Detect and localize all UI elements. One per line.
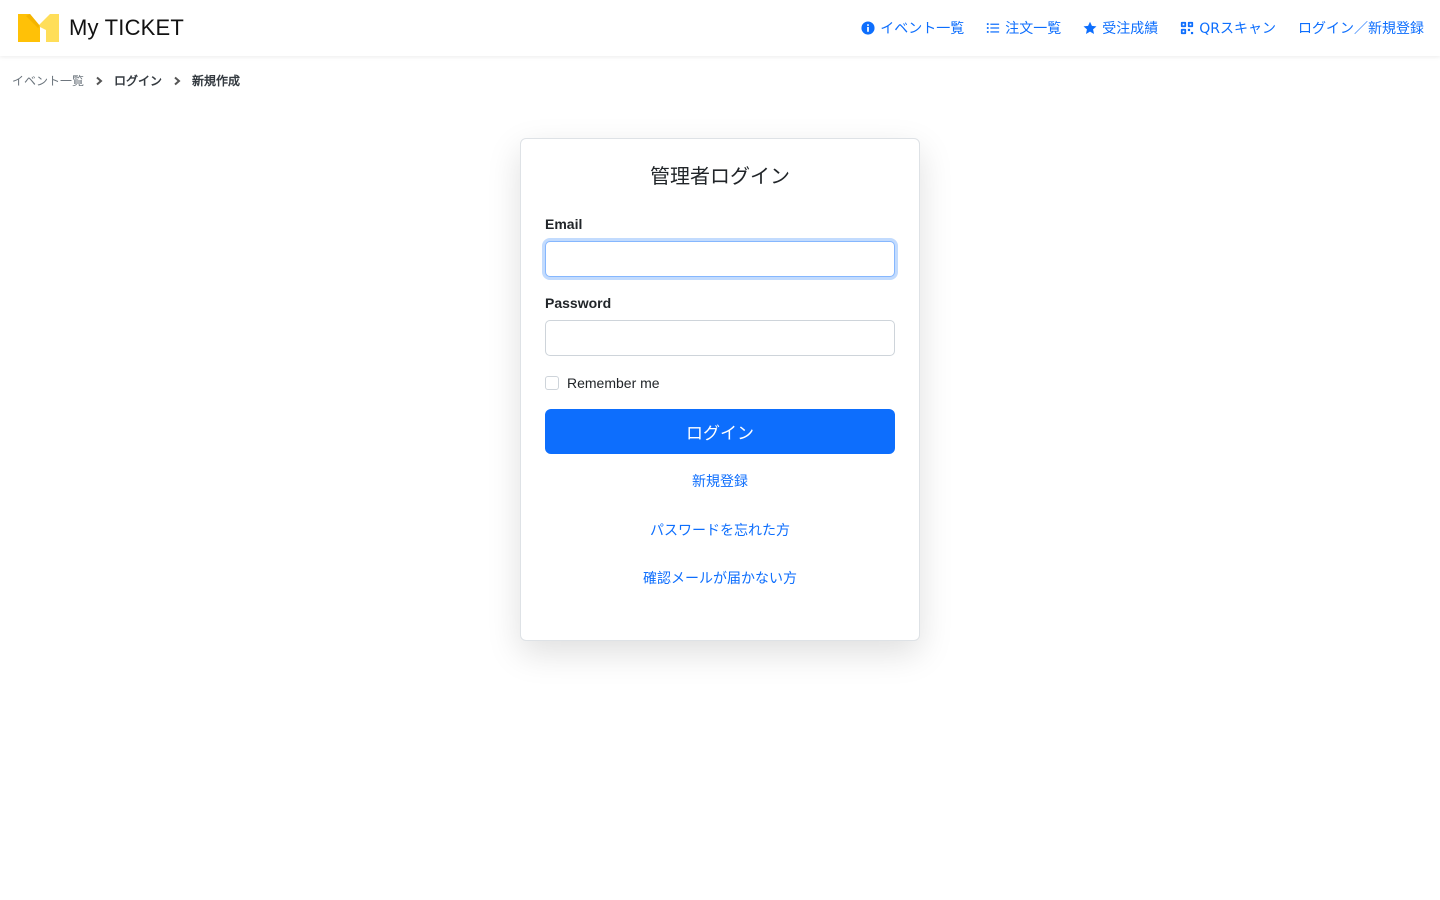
nav-item-sales[interactable]: 受注成績 [1083,18,1158,38]
breadcrumb-item-events[interactable]: イベント一覧 [12,72,84,89]
login-button[interactable]: ログイン [545,409,895,454]
chevron-right-icon [174,76,181,85]
chevron-right-icon [96,76,103,85]
nav-links: イベント一覧 注文一覧 受注成績 QRスキャン ログイン／新規登録 [861,18,1424,38]
forgot-password-link[interactable]: パスワードを忘れた方 [545,520,895,540]
nav-item-login-register-label: ログイン／新規登録 [1298,21,1424,37]
nav-item-sales-label: 受注成績 [1102,21,1159,37]
nav-item-events-label: イベント一覧 [880,21,965,37]
breadcrumb-item-login[interactable]: ログイン [114,72,162,89]
star-icon [1083,21,1097,34]
remember-me-label[interactable]: Remember me [567,375,660,391]
remember-me-checkbox[interactable] [545,376,559,390]
remember-me-row: Remember me [545,375,895,391]
nav-item-orders[interactable]: 注文一覧 [986,18,1061,38]
breadcrumb: イベント一覧 ログイン 新規作成 [12,72,240,89]
resend-confirmation-link[interactable]: 確認メールが届かない方 [545,568,895,588]
brand-name: My TICKET [69,15,185,40]
login-card: 管理者ログイン Email Password Remember me ログイン … [520,138,920,641]
nav-item-orders-label: 注文一覧 [1005,21,1062,37]
list-icon [987,23,1000,33]
nav-item-events[interactable]: イベント一覧 [861,18,964,38]
email-label: Email [545,216,583,232]
info-circle-icon [861,21,875,35]
password-label: Password [545,295,612,311]
login-title: 管理者ログイン [650,164,790,188]
password-input[interactable] [545,320,895,356]
nav-item-qr-scan-label: QRスキャン [1199,21,1276,37]
qr-code-icon [1181,21,1194,35]
nav-item-qr-scan[interactable]: QRスキャン [1180,18,1276,38]
navbar: My TICKET イベント一覧 注文一覧 受注成績 QRスキャン ログイン／新… [0,0,1440,56]
register-link[interactable]: 新規登録 [545,471,895,491]
my-ticket-logo-icon [18,14,59,42]
brand-link[interactable]: My TICKET [18,14,184,42]
email-input[interactable] [545,241,895,277]
nav-item-login-register[interactable]: ログイン／新規登録 [1298,18,1424,38]
breadcrumb-item-new: 新規作成 [192,74,241,88]
